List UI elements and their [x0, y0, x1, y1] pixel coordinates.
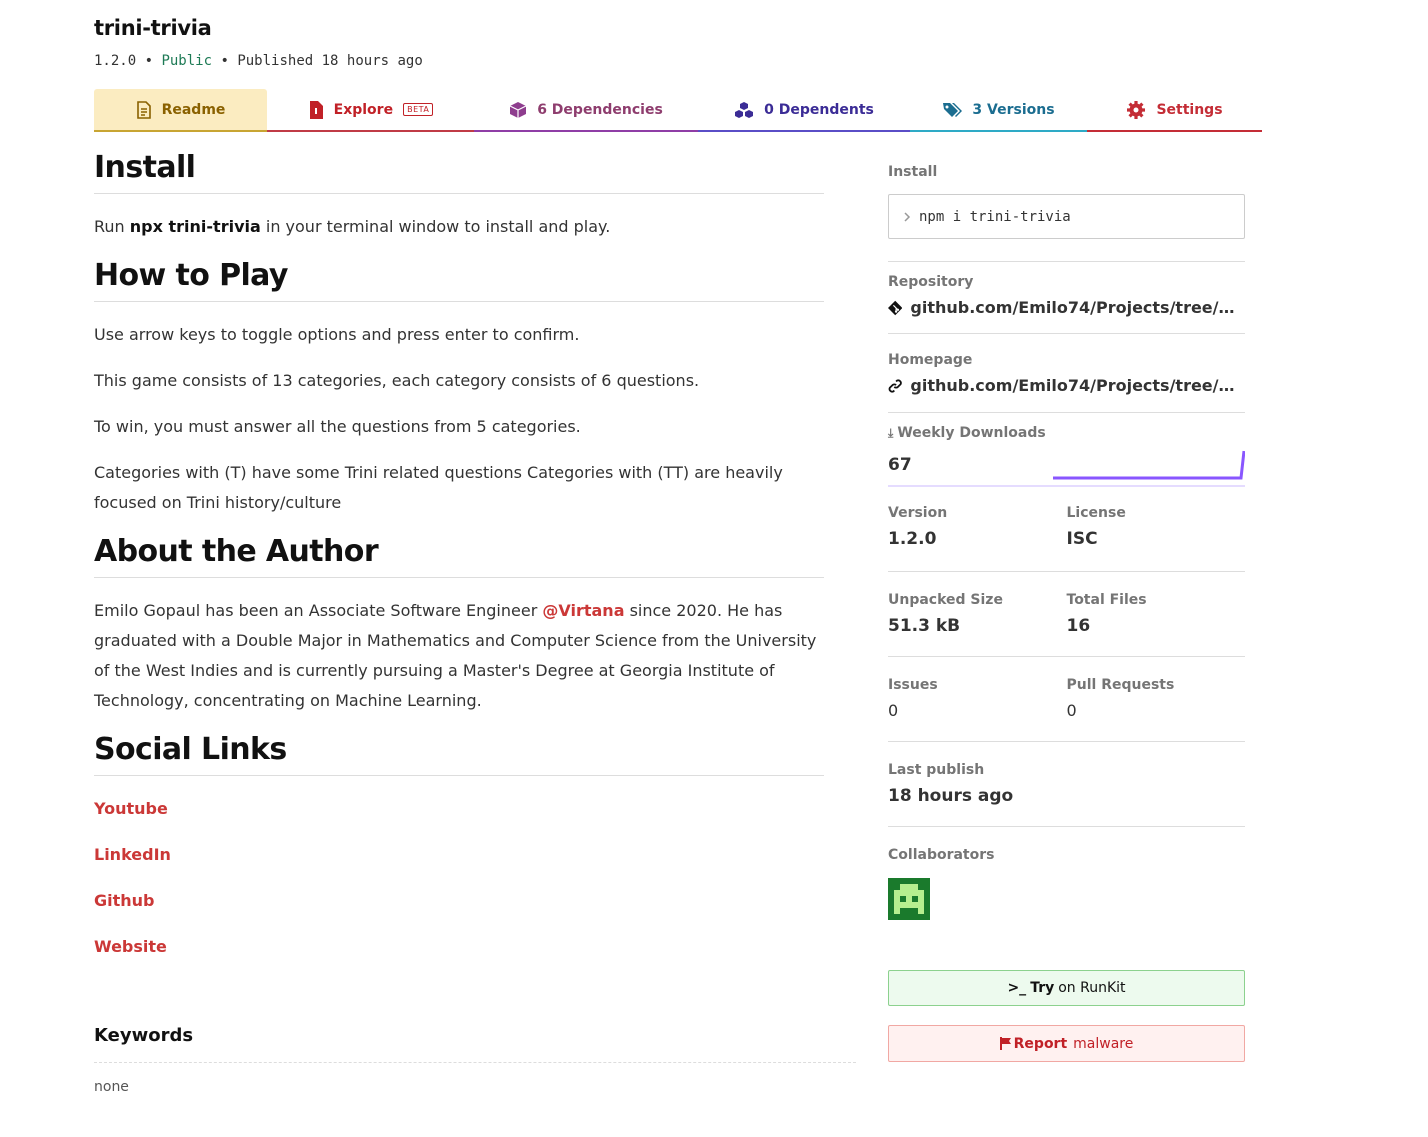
- tab-dependents[interactable]: 0 Dependents: [698, 89, 910, 132]
- readme-content: Install Run npx trini-trivia in your ter…: [94, 150, 824, 978]
- downloads-label: ⤓ Weekly Downloads: [888, 425, 1046, 441]
- virtana-link[interactable]: @Virtana: [542, 601, 624, 620]
- install-label: Install: [888, 164, 938, 180]
- install-paragraph: Run npx trini-trivia in your terminal wi…: [94, 217, 611, 236]
- last-publish-label: Last publish: [888, 762, 985, 778]
- homepage-url: github.com/Emilo74/Projects/tree/master: [910, 376, 1245, 395]
- version-value: 1.2.0: [888, 529, 937, 549]
- collaborator-avatar[interactable]: [888, 878, 930, 920]
- repository-label: Repository: [888, 274, 974, 290]
- git-icon: [888, 300, 903, 315]
- explore-file-icon: [309, 100, 323, 119]
- unpacked-size-value: 51.3 kB: [888, 616, 961, 636]
- version-label: Version: [888, 505, 948, 521]
- howto-paragraph-3: To win, you must answer all the question…: [94, 417, 581, 436]
- beta-badge: BETA: [403, 103, 434, 116]
- size-files-row: Unpacked Size 51.3 kB Total Files 16: [888, 572, 1245, 657]
- install-command-text: npm i trini-trivia: [919, 208, 1071, 225]
- tab-dependencies-label: 6 Dependencies: [537, 101, 663, 118]
- keywords-value: none: [94, 1079, 129, 1095]
- repository-url: github.com/Emilo74/Projects/tree/master: [910, 298, 1245, 317]
- tab-explore[interactable]: Explore BETA: [267, 89, 474, 132]
- total-files-label: Total Files: [1066, 592, 1147, 608]
- downloads-section: ⤓ Weekly Downloads 67: [888, 413, 1245, 487]
- tags-icon: [943, 102, 963, 117]
- keywords-section: Keywords none: [94, 1025, 856, 1095]
- issues-value[interactable]: 0: [888, 701, 1067, 720]
- tab-readme[interactable]: Readme: [94, 89, 267, 132]
- issues-pulls-row: Issues 0 Pull Requests 0: [888, 657, 1245, 742]
- boxes-icon: [735, 101, 754, 118]
- tab-explore-label: Explore: [333, 101, 394, 118]
- link-icon: [888, 378, 902, 393]
- website-link[interactable]: Website: [94, 937, 167, 956]
- install-section: Install npm i trini-trivia: [888, 164, 1245, 262]
- install-command-box[interactable]: npm i trini-trivia: [888, 194, 1245, 239]
- homepage-label: Homepage: [888, 352, 973, 368]
- download-icon: ⤓: [888, 426, 894, 440]
- box-icon: [509, 101, 527, 118]
- terminal-icon: >_: [1007, 980, 1027, 996]
- howto-paragraph-2: This game consists of 13 categories, eac…: [94, 371, 700, 390]
- github-link[interactable]: Github: [94, 891, 155, 910]
- tab-versions-label: 3 Versions: [972, 101, 1055, 118]
- repository-section: Repository github.com/Emilo74/Projects/t…: [888, 262, 1245, 334]
- version-license-row: Version 1.2.0 License ISC: [888, 487, 1245, 572]
- flag-icon: [999, 1037, 1011, 1050]
- last-publish-row: Last publish 18 hours ago: [888, 742, 1245, 827]
- install-heading: Install: [94, 150, 824, 194]
- howto-paragraph-1: Use arrow keys to toggle options and pre…: [94, 325, 580, 344]
- homepage-link[interactable]: github.com/Emilo74/Projects/tree/master: [888, 376, 1245, 395]
- collaborators-label: Collaborators: [888, 847, 995, 863]
- downloads-sparkline: [888, 450, 1245, 487]
- last-publish-value: 18 hours ago: [888, 786, 1014, 806]
- tab-settings-label: Settings: [1156, 101, 1223, 118]
- license-value: ISC: [1066, 529, 1098, 549]
- homepage-section: Homepage github.com/Emilo74/Projects/tre…: [888, 334, 1245, 413]
- issues-label: Issues: [888, 677, 938, 693]
- try-runkit-button[interactable]: >_ Try on RunKit: [888, 970, 1245, 1006]
- social-heading: Social Links: [94, 732, 824, 776]
- license-label: License: [1066, 505, 1126, 521]
- install-command: npx trini-trivia: [129, 217, 261, 236]
- chevron-right-icon: [904, 211, 911, 222]
- package-tabs: Readme Explore BETA 6 Dependencies 0 Dep…: [94, 89, 1262, 132]
- linkedin-link[interactable]: LinkedIn: [94, 845, 171, 864]
- author-paragraph: Emilo Gopaul has been an Associate Softw…: [94, 601, 817, 710]
- keywords-heading: Keywords: [94, 1025, 856, 1063]
- howto-paragraph-4: Categories with (T) have some Trini rela…: [94, 463, 783, 512]
- package-sidebar: Install npm i trini-trivia Repository gi…: [888, 164, 1245, 920]
- author-heading: About the Author: [94, 534, 824, 578]
- youtube-link[interactable]: Youtube: [94, 799, 168, 818]
- package-title: trini-trivia: [94, 16, 212, 40]
- total-files-value: 16: [1066, 616, 1091, 636]
- report-malware-button[interactable]: Report malware: [888, 1025, 1245, 1062]
- tab-dependents-label: 0 Dependents: [764, 101, 874, 118]
- howto-heading: How to Play: [94, 258, 824, 302]
- gear-icon: [1127, 100, 1146, 119]
- tab-dependencies[interactable]: 6 Dependencies: [474, 89, 698, 132]
- package-version: 1.2.0: [94, 53, 137, 69]
- pull-requests-label: Pull Requests: [1066, 677, 1175, 693]
- tab-readme-label: Readme: [161, 101, 226, 118]
- package-visibility: Public: [161, 53, 213, 69]
- package-meta: 1.2.0 • Public • Published 18 hours ago: [94, 53, 423, 69]
- document-icon: [136, 100, 151, 119]
- pull-requests-value[interactable]: 0: [1067, 701, 1246, 720]
- repository-link[interactable]: github.com/Emilo74/Projects/tree/master: [888, 298, 1245, 317]
- collaborators-section: Collaborators: [888, 827, 1245, 920]
- tab-settings[interactable]: Settings: [1087, 89, 1262, 132]
- tab-versions[interactable]: 3 Versions: [910, 89, 1087, 132]
- package-published: Published 18 hours ago: [237, 53, 423, 69]
- unpacked-size-label: Unpacked Size: [888, 592, 1003, 608]
